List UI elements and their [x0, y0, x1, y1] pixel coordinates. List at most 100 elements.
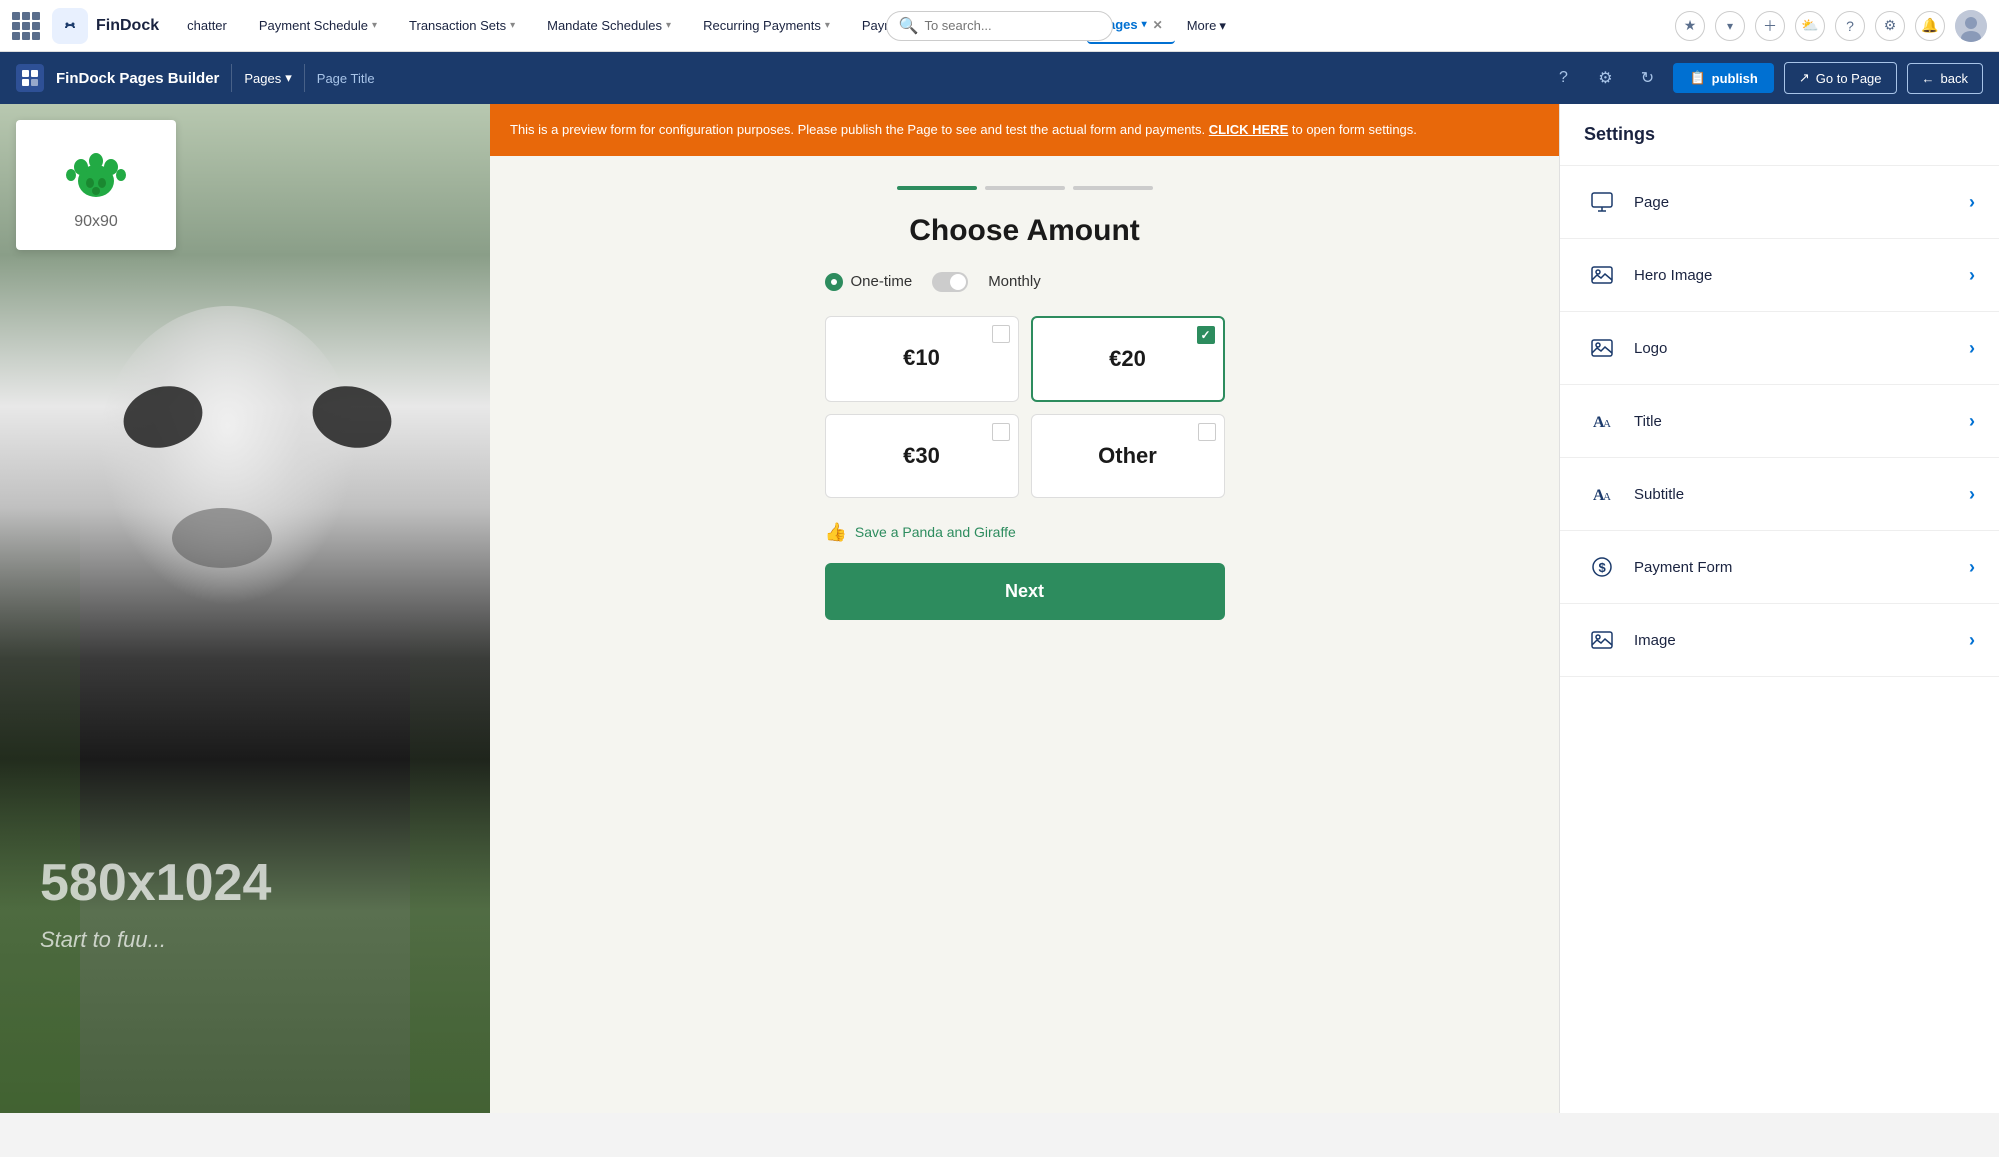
arrow-icon-hero: › — [1969, 265, 1975, 286]
settings-button[interactable]: ⚙ — [1875, 11, 1905, 41]
payment-type-row: One-time Monthly — [825, 272, 1225, 292]
monitor-icon — [1584, 184, 1620, 220]
nav-mandate-schedules[interactable]: Mandate Schedules ▾ — [535, 8, 683, 43]
chevron-icon: ▾ — [372, 20, 377, 31]
chevron-down-icon: ▾ — [1219, 18, 1226, 34]
click-here-link[interactable]: CLICK HERE — [1209, 122, 1288, 137]
arrow-icon-subtitle: › — [1969, 484, 1975, 505]
hero-subtitle-text: Start to fuu... — [40, 927, 166, 953]
svg-text:A: A — [1603, 491, 1611, 503]
refresh-icon[interactable]: ↻ — [1631, 62, 1663, 94]
chevron-icon: ▾ — [1142, 19, 1147, 30]
amount-20-checkbox[interactable]: ✓ — [1197, 326, 1215, 344]
builder-bar: FinDock Pages Builder Pages ▾ Page Title… — [0, 52, 1999, 104]
image-icon-hero — [1584, 257, 1620, 293]
text-icon-title: A A — [1584, 403, 1620, 439]
search-bar[interactable]: 🔍 — [886, 11, 1114, 41]
divider — [231, 64, 232, 92]
one-time-radio[interactable] — [825, 273, 843, 291]
avatar[interactable] — [1955, 10, 1987, 42]
settings-item-title[interactable]: A A Title › — [1560, 385, 1999, 458]
hero-dimensions: 580x1024 — [40, 853, 271, 913]
progress-step-3 — [1073, 186, 1153, 190]
search-icon: 🔍 — [899, 16, 919, 36]
back-arrow-icon: ← — [1922, 71, 1935, 86]
chevron-icon: ▾ — [510, 20, 515, 31]
progress-step-1 — [897, 186, 977, 190]
paw-icon — [61, 139, 131, 209]
thumbsup-icon: 👍 — [825, 522, 847, 543]
settings-item-page[interactable]: Page › — [1560, 166, 1999, 239]
setup-icon[interactable]: ⛅ — [1795, 11, 1825, 41]
settings-page-label: Page — [1634, 194, 1955, 211]
amount-30-checkbox[interactable] — [992, 423, 1010, 441]
svg-text:$: $ — [1599, 560, 1607, 575]
arrow-icon-logo: › — [1969, 338, 1975, 359]
svg-text:A: A — [1603, 418, 1611, 430]
add-button[interactable]: ＋ — [1755, 11, 1785, 41]
settings-item-payment-form[interactable]: $ Payment Form › — [1560, 531, 1999, 604]
publish-button[interactable]: 📋 publish — [1673, 63, 1773, 93]
chevron-icon: ▾ — [825, 20, 830, 31]
favorites-dropdown[interactable]: ▾ — [1715, 11, 1745, 41]
arrow-icon-page: › — [1969, 192, 1975, 213]
hero-panel: 90x90 580x1024 Start to fuu... — [0, 104, 490, 1113]
back-button[interactable]: ← back — [1907, 63, 1983, 94]
settings-item-subtitle[interactable]: A A Subtitle › — [1560, 458, 1999, 531]
amount-20[interactable]: ✓ €20 — [1031, 316, 1225, 402]
publish-icon: 📋 — [1689, 70, 1705, 86]
settings-panel: Settings Page › Hero Imag — [1559, 104, 1999, 1113]
arrow-icon-title: › — [1969, 411, 1975, 432]
amount-other-checkbox[interactable] — [1198, 423, 1216, 441]
amount-30[interactable]: €30 — [825, 414, 1019, 498]
grid-icon[interactable] — [12, 12, 40, 40]
settings-payment-form-label: Payment Form — [1634, 559, 1955, 576]
builder-title: FinDock Pages Builder — [56, 70, 219, 87]
pages-dropdown-button[interactable]: Pages ▾ — [244, 70, 291, 86]
settings-item-hero-image[interactable]: Hero Image › — [1560, 239, 1999, 312]
builder-actions: ? ⚙ ↻ 📋 publish ↗ Go to Page ← back — [1547, 62, 1983, 94]
settings-item-image[interactable]: Image › — [1560, 604, 1999, 677]
nav-chatter[interactable]: chatter — [175, 8, 239, 43]
payment-toggle[interactable] — [932, 272, 968, 292]
external-link-icon: ↗ — [1799, 70, 1810, 86]
settings-item-logo[interactable]: Logo › — [1560, 312, 1999, 385]
settings-subtitle-label: Subtitle — [1634, 486, 1955, 503]
dollar-icon: $ — [1584, 549, 1620, 585]
more-menu-button[interactable]: More ▾ — [1187, 18, 1226, 34]
image-icon-item — [1584, 622, 1620, 658]
chevron-icon: ▾ — [666, 20, 671, 31]
logo-box: 90x90 — [16, 120, 176, 250]
app-logo[interactable] — [52, 8, 88, 44]
nav-recurring-payments[interactable]: Recurring Payments ▾ — [691, 8, 842, 43]
form-title: Choose Amount — [825, 214, 1225, 248]
top-nav: FinDock chatter Payment Schedule ▾ Trans… — [0, 0, 1999, 52]
logo-dimensions: 90x90 — [74, 213, 118, 231]
donation-label: 👍 Save a Panda and Giraffe — [825, 522, 1225, 543]
close-pages-icon[interactable]: ✕ — [1153, 18, 1163, 32]
page-title-label: Page Title — [317, 71, 375, 86]
brand-name: FinDock — [96, 17, 159, 35]
amount-other[interactable]: Other — [1031, 414, 1225, 498]
chevron-down-icon: ▾ — [285, 70, 292, 86]
preview-banner[interactable]: This is a preview form for configuration… — [490, 104, 1559, 156]
favorites-button[interactable]: ★ — [1675, 11, 1705, 41]
one-time-option[interactable]: One-time — [825, 273, 913, 291]
settings-header: Settings — [1560, 104, 1999, 166]
help-icon-builder[interactable]: ? — [1547, 62, 1579, 94]
main-content: 90x90 580x1024 Start to fuu... This is a… — [0, 104, 1999, 1113]
progress-step-2 — [985, 186, 1065, 190]
nav-payment-schedule[interactable]: Payment Schedule ▾ — [247, 8, 389, 43]
amount-10[interactable]: €10 — [825, 316, 1019, 402]
image-icon-logo — [1584, 330, 1620, 366]
search-input[interactable] — [924, 18, 1100, 33]
settings-icon-builder[interactable]: ⚙ — [1589, 62, 1621, 94]
amount-10-checkbox[interactable] — [992, 325, 1010, 343]
next-button[interactable]: Next — [825, 563, 1225, 620]
nav-transaction-sets[interactable]: Transaction Sets ▾ — [397, 8, 527, 43]
help-button[interactable]: ? — [1835, 11, 1865, 41]
form-panel: This is a preview form for configuration… — [490, 104, 1559, 1113]
monthly-option[interactable]: Monthly — [988, 273, 1041, 290]
goto-page-button[interactable]: ↗ Go to Page — [1784, 62, 1897, 94]
notifications-button[interactable]: 🔔 — [1915, 11, 1945, 41]
